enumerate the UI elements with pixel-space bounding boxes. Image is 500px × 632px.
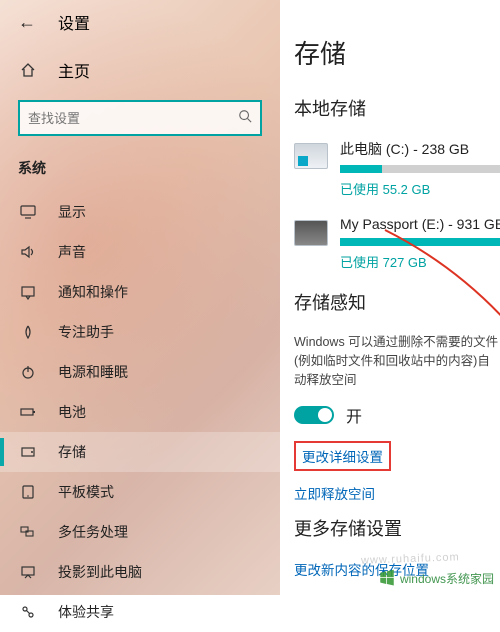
search-icon xyxy=(238,109,252,128)
home-icon xyxy=(18,62,38,78)
power-icon xyxy=(18,364,38,380)
focus-icon xyxy=(18,324,38,340)
free-space-link[interactable]: 立即释放空间 xyxy=(294,483,500,503)
tablet-icon xyxy=(18,484,38,500)
drive-row[interactable]: 此电脑 (C:) - 238 GB 已使用 55.2 GB xyxy=(294,139,500,198)
nav-label: 电源和睡眠 xyxy=(58,362,128,382)
settings-window: ← 设置 主页 系统 显示声音通知和操作专注助手电源和睡眠电池存储平板模式多任务… xyxy=(0,0,500,595)
home-nav[interactable]: 主页 xyxy=(0,52,280,100)
drive-row[interactable]: My Passport (E:) - 931 GB 已使用 727 GB xyxy=(294,216,500,271)
annotation-highlight: 更改详细设置 xyxy=(294,441,391,471)
storage-sense-toggle[interactable] xyxy=(294,406,334,424)
nav-item-display[interactable]: 显示 xyxy=(0,192,280,232)
nav-label: 多任务处理 xyxy=(58,522,128,542)
more-storage-heading: 更多存储设置 xyxy=(294,515,500,541)
nav-item-shared[interactable]: 体验共享 xyxy=(0,592,280,632)
storage-sense-description: Windows 可以通过删除不需要的文件(例如临时文件和回收站中的内容)自动释放… xyxy=(294,333,500,389)
nav-item-notify[interactable]: 通知和操作 xyxy=(0,272,280,312)
nav-label: 体验共享 xyxy=(58,602,114,622)
toggle-label: 开 xyxy=(346,403,362,427)
drive-used-label: 已使用 55.2 GB xyxy=(340,179,500,198)
nav-label: 存储 xyxy=(58,442,86,462)
nav-item-tablet[interactable]: 平板模式 xyxy=(0,472,280,512)
nav-label: 显示 xyxy=(58,202,86,222)
battery-icon xyxy=(18,404,38,420)
change-settings-link[interactable]: 更改详细设置 xyxy=(302,446,383,466)
project-icon xyxy=(18,564,38,580)
nav-label: 平板模式 xyxy=(58,482,114,502)
section-heading: 系统 xyxy=(0,154,280,192)
shared-icon xyxy=(18,604,38,620)
local-storage-heading: 本地存储 xyxy=(294,95,500,121)
storage-sense-heading: 存储感知 xyxy=(294,289,500,315)
nav-item-power[interactable]: 电源和睡眠 xyxy=(0,352,280,392)
nav-item-sound[interactable]: 声音 xyxy=(0,232,280,272)
main-pane: 存储 本地存储 此电脑 (C:) - 238 GB 已使用 55.2 GB My P… xyxy=(280,0,500,595)
nav-label: 声音 xyxy=(58,242,86,262)
watermark: windows系统家园 xyxy=(378,569,494,587)
nav-item-multi[interactable]: 多任务处理 xyxy=(0,512,280,552)
display-icon xyxy=(18,204,38,220)
search-box[interactable] xyxy=(18,100,262,136)
drive-icon xyxy=(294,220,328,246)
usage-bar xyxy=(340,238,500,246)
multi-icon xyxy=(18,524,38,540)
home-label: 主页 xyxy=(58,58,90,82)
manage-storage-link[interactable]: 管理存储空间 xyxy=(294,591,500,595)
drive-icon xyxy=(294,143,328,169)
storage-icon xyxy=(18,444,38,460)
drive-used-label: 已使用 727 GB xyxy=(340,252,500,271)
nav-item-battery[interactable]: 电池 xyxy=(0,392,280,432)
back-button[interactable]: ← xyxy=(18,12,36,33)
drive-name: My Passport (E:) - 931 GB xyxy=(340,216,500,232)
nav-item-focus[interactable]: 专注助手 xyxy=(0,312,280,352)
notify-icon xyxy=(18,284,38,300)
nav-label: 投影到此电脑 xyxy=(58,562,142,582)
nav-list: 显示声音通知和操作专注助手电源和睡眠电池存储平板模式多任务处理投影到此电脑体验共… xyxy=(0,192,280,632)
nav-item-project[interactable]: 投影到此电脑 xyxy=(0,552,280,592)
drive-name: 此电脑 (C:) - 238 GB xyxy=(340,139,500,159)
window-title: 设置 xyxy=(58,10,90,34)
usage-bar xyxy=(340,165,500,173)
page-title: 存储 xyxy=(294,34,500,71)
search-input[interactable] xyxy=(28,111,238,126)
nav-label: 电池 xyxy=(58,402,86,422)
sound-icon xyxy=(18,244,38,260)
nav-item-storage[interactable]: 存储 xyxy=(0,432,280,472)
nav-label: 通知和操作 xyxy=(58,282,128,302)
sidebar: ← 设置 主页 系统 显示声音通知和操作专注助手电源和睡眠电池存储平板模式多任务… xyxy=(0,0,280,595)
nav-label: 专注助手 xyxy=(58,322,114,342)
